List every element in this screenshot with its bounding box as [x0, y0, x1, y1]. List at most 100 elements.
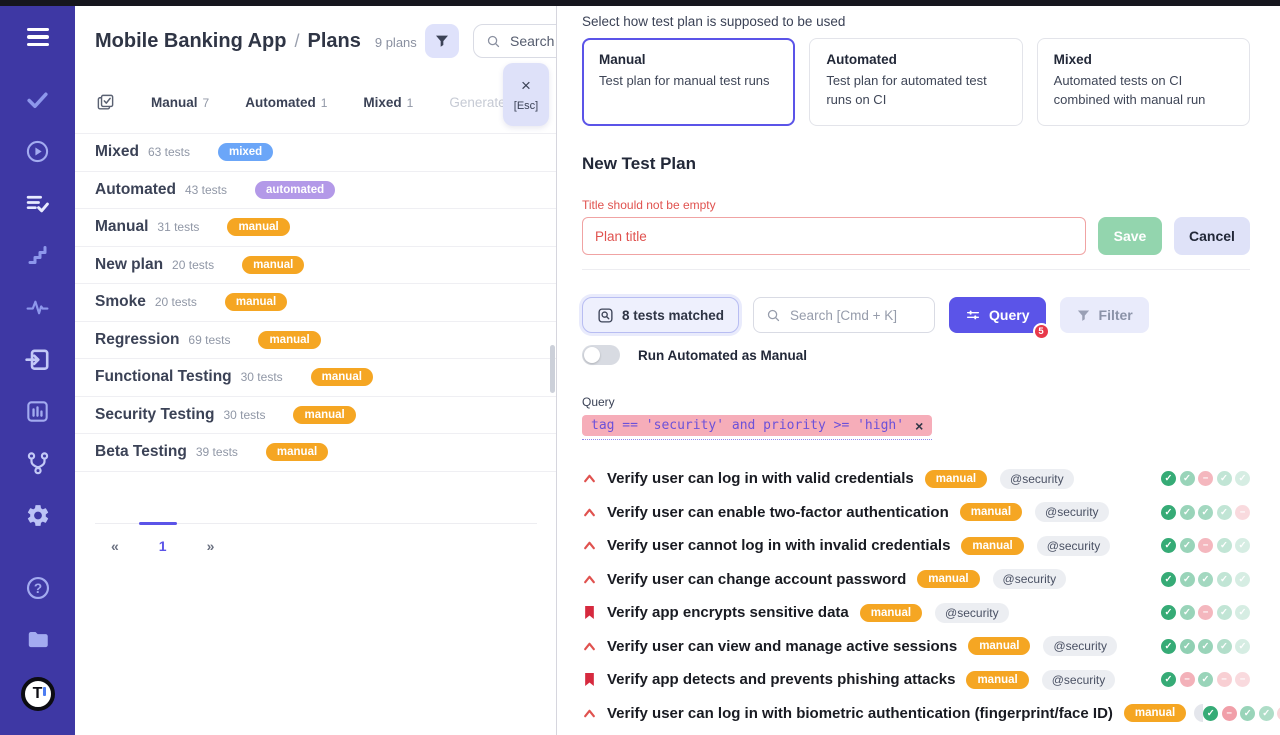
priority-high-icon	[583, 641, 596, 652]
project-name[interactable]: Mobile Banking App	[95, 30, 286, 53]
plan-row[interactable]: Regression 69 tests manual	[75, 322, 557, 360]
status-pass-icon: ✓	[1161, 538, 1176, 553]
activity-icon[interactable]	[25, 294, 51, 320]
test-row[interactable]: Verify user cannot log in with invalid c…	[582, 529, 1250, 563]
priority-icon	[582, 605, 597, 620]
tag-pill[interactable]: @security	[1037, 536, 1111, 556]
app-logo[interactable]: T	[21, 677, 55, 711]
test-row[interactable]: Verify user can log in with biometric au…	[582, 697, 1250, 731]
query-label: Query	[582, 395, 1250, 409]
tag-pill[interactable]: @security	[1043, 636, 1117, 656]
status-pass-icon: ✓	[1235, 639, 1250, 654]
run-status-icons: ✓−✓−−	[1161, 672, 1250, 687]
play-circle-icon[interactable]	[25, 138, 51, 164]
check-icon[interactable]	[25, 86, 51, 112]
status-pass-icon: ✓	[1161, 639, 1176, 654]
plan-type-badge: manual	[968, 637, 1030, 655]
plan-tests-count: 20 tests	[172, 258, 214, 272]
status-pass-icon: ✓	[1161, 605, 1176, 620]
filter-button[interactable]: Filter	[1060, 297, 1149, 333]
tab[interactable]: Mixed 1	[363, 95, 413, 110]
run-status-icons: ✓✓✓✓✓	[1161, 639, 1250, 654]
plans-search-input[interactable]: Search	[473, 24, 557, 58]
pagination-page-1[interactable]: 1	[159, 538, 167, 554]
tests-list: Verify user can log in with valid creden…	[582, 462, 1250, 730]
search-icon	[486, 34, 501, 49]
status-skip-icon: −	[1235, 505, 1250, 520]
run-automated-toggle-row: Run Automated as Manual	[582, 345, 1250, 365]
tests-matched-chip[interactable]: 8 tests matched	[582, 297, 739, 333]
plan-name: Mixed	[95, 143, 139, 161]
help-icon[interactable]: ?	[25, 575, 51, 601]
svg-text:?: ?	[33, 581, 41, 596]
status-pass-icon: ✓	[1235, 471, 1250, 486]
plan-row[interactable]: Automated 43 tests automated	[75, 172, 557, 210]
import-icon[interactable]	[25, 346, 51, 372]
tag-pill[interactable]: @security	[935, 603, 1009, 623]
clipped-tag	[1194, 704, 1203, 722]
plan-type-badge: manual	[917, 570, 979, 588]
plan-row[interactable]: Functional Testing 30 tests manual	[75, 359, 557, 397]
plan-row[interactable]: New plan 20 tests manual	[75, 247, 557, 285]
list-check-icon[interactable]	[25, 190, 51, 216]
tag-pill[interactable]: @security	[1042, 670, 1116, 690]
status-skip-icon: −	[1198, 605, 1213, 620]
funnel-icon	[434, 33, 450, 49]
tab-label: Automated	[245, 95, 316, 110]
test-title: Verify user can log in with valid creden…	[607, 470, 914, 487]
tag-pill[interactable]: @security	[1000, 469, 1074, 489]
filter-button-label: Filter	[1099, 307, 1133, 323]
scrollbar-thumb[interactable]	[550, 345, 555, 393]
tag-pill[interactable]: @security	[993, 569, 1067, 589]
test-row[interactable]: Verify user can log in with valid creden…	[582, 462, 1250, 496]
plan-row[interactable]: Mixed 63 tests mixed	[75, 134, 557, 172]
cancel-button[interactable]: Cancel	[1174, 217, 1250, 255]
plan-row[interactable]: Security Testing 30 tests manual	[75, 397, 557, 435]
test-row[interactable]: Verify user can view and manage active s…	[582, 630, 1250, 664]
test-row[interactable]: Verify user can enable two-factor authen…	[582, 496, 1250, 530]
filter-button[interactable]	[425, 24, 459, 58]
tab[interactable]: Automated 1	[245, 95, 327, 110]
plan-type-card[interactable]: Automated Test plan for automated test r…	[809, 38, 1022, 126]
pagination-prev[interactable]: «	[111, 538, 119, 554]
steps-icon[interactable]	[25, 242, 51, 268]
plan-row[interactable]: Beta Testing 39 tests manual	[75, 434, 557, 472]
test-row[interactable]: Verify user can change account password …	[582, 563, 1250, 597]
plan-name: Manual	[95, 218, 148, 236]
status-pass-icon: ✓	[1235, 605, 1250, 620]
tests-search-input[interactable]: Search [Cmd + K]	[753, 297, 935, 333]
branch-icon[interactable]	[25, 450, 51, 476]
query-button[interactable]: Query 5	[949, 297, 1045, 333]
plan-row[interactable]: Smoke 20 tests manual	[75, 284, 557, 322]
plan-type-card[interactable]: Mixed Automated tests on CI combined wit…	[1037, 38, 1250, 126]
plan-tests-count: 69 tests	[188, 333, 230, 347]
gear-icon[interactable]	[25, 502, 51, 528]
status-pass-icon: ✓	[1180, 538, 1195, 553]
plan-type-card[interactable]: Manual Test plan for manual test runs	[582, 38, 795, 126]
test-row[interactable]: Verify app detects and prevents phishing…	[582, 663, 1250, 697]
clear-query-icon[interactable]: ×	[915, 419, 923, 433]
bar-chart-icon[interactable]	[25, 398, 51, 424]
esc-key-hint: [Esc]	[514, 100, 538, 112]
tab-label: Mixed	[363, 95, 401, 110]
folder-icon[interactable]	[25, 626, 51, 652]
test-row[interactable]: Verify app encrypts sensitive data manua…	[582, 596, 1250, 630]
save-button[interactable]: Save	[1098, 217, 1162, 255]
menu-icon[interactable]	[25, 24, 51, 50]
plan-type-description: Test plan for automated test runs on CI	[826, 72, 1005, 110]
test-title: Verify user can view and manage active s…	[607, 638, 957, 655]
select-all-icon[interactable]	[95, 92, 115, 112]
form-error-message: Title should not be empty	[582, 198, 1250, 212]
plan-type-description: Test plan for manual test runs	[599, 72, 778, 91]
tag-pill[interactable]: @security	[1035, 502, 1109, 522]
run-status-icons: ✓−✓✓−	[1203, 706, 1280, 721]
priority-icon	[582, 540, 597, 551]
plan-type-badge: mixed	[218, 143, 273, 161]
plan-title-input[interactable]	[582, 217, 1086, 255]
pagination-next[interactable]: »	[207, 538, 215, 554]
escape-close-button[interactable]: × [Esc]	[503, 63, 549, 126]
plan-row[interactable]: Manual 31 tests manual	[75, 209, 557, 247]
status-skip-icon: −	[1217, 672, 1232, 687]
tab[interactable]: Manual 7	[151, 95, 209, 110]
run-automated-toggle[interactable]	[582, 345, 620, 365]
